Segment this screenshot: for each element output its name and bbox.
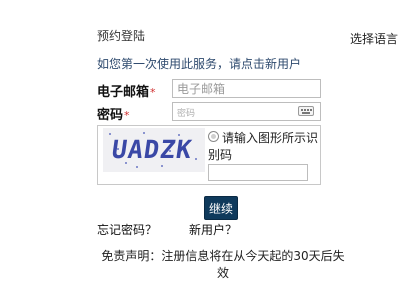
email-label-text: 电子邮箱 xyxy=(97,85,150,100)
password-label-text: 密码 xyxy=(97,108,124,123)
select-language-link[interactable]: 选择语言 xyxy=(350,30,398,47)
captcha-input[interactable] xyxy=(208,164,308,181)
forgot-password-link[interactable]: 忘记密码？ xyxy=(97,221,157,238)
captcha-image[interactable]: UADZK xyxy=(103,128,205,172)
password-label: 密码* xyxy=(97,104,130,123)
email-input[interactable] xyxy=(172,79,321,98)
keyboard-icon[interactable] xyxy=(298,106,314,116)
continue-button[interactable]: 继续 xyxy=(204,196,238,220)
page-title: 预约登陆 xyxy=(97,29,146,43)
required-marker: * xyxy=(150,86,156,99)
required-marker: * xyxy=(124,109,130,122)
captcha-prompt: 请输入图形所示识别码 xyxy=(208,131,319,162)
disclaimer-text: 免责声明：注册信息将在从今天起的30天后失效 xyxy=(101,249,345,280)
captcha-text: UADZK xyxy=(109,135,195,164)
intro-text: 如您第一次使用此服务，请点击新用户 xyxy=(97,57,302,71)
email-label: 电子邮箱* xyxy=(97,81,156,100)
new-user-link[interactable]: 新用户？ xyxy=(189,221,237,238)
